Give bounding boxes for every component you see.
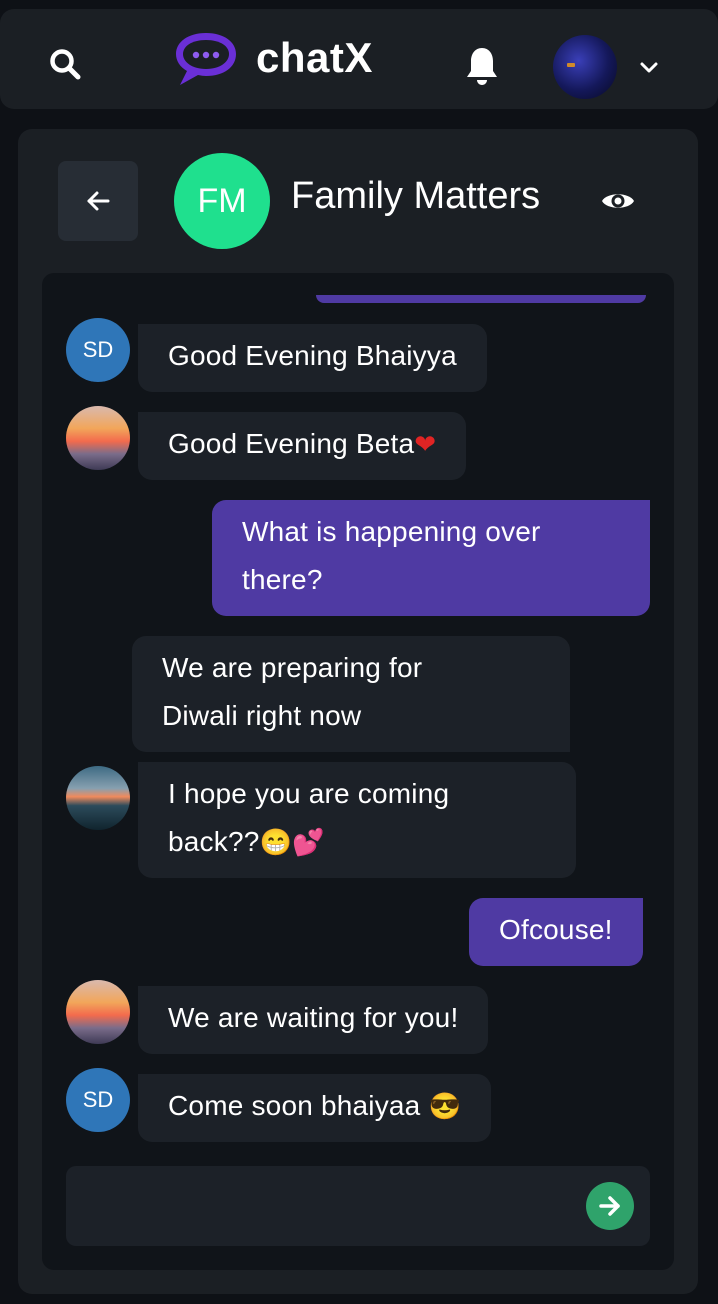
sender-avatar[interactable]: SD (66, 318, 130, 382)
chat-bubble-logo-icon (176, 33, 236, 85)
message-text-line: I hope you are coming (168, 778, 450, 809)
message-text-line: Diwali right now (162, 700, 362, 731)
message-text: Good Evening Beta (168, 428, 415, 459)
arrow-right-icon (599, 1196, 620, 1216)
heart-emoji: ❤ (414, 430, 437, 460)
app-name: chatX (256, 34, 373, 81)
top-navigation-bar: chatX (0, 9, 718, 109)
app-logo[interactable]: chatX (170, 27, 373, 89)
back-button[interactable] (58, 161, 138, 241)
message-list[interactable]: SD Good Evening Bhaiyya Good Evening Bet… (42, 273, 674, 1270)
message-bubble: Good Evening Bhaiyya (138, 324, 487, 392)
chevron-down-icon[interactable] (634, 53, 664, 83)
message-text: We are waiting for you! (168, 1002, 459, 1033)
group-avatar[interactable]: FM (174, 153, 270, 249)
chat-title: Family Matters (291, 175, 541, 217)
sender-avatar[interactable] (66, 766, 130, 830)
chat-panel: FM Family Matters SD Good Evening Bhaiyy… (18, 129, 698, 1294)
grin-heart-emoji: 😁💕 (259, 828, 325, 858)
send-button[interactable] (586, 1182, 634, 1230)
sender-avatar[interactable] (66, 406, 130, 470)
message-bubble: I hope you are coming back??😁💕 (138, 762, 576, 878)
message-bubble-partial (316, 295, 646, 303)
message-bubble: Good Evening Beta❤ (138, 412, 467, 480)
message-bubble: We are waiting for you! (138, 986, 489, 1054)
message-text-line: What is happening over (242, 516, 541, 547)
eye-icon[interactable] (598, 185, 638, 217)
message-text-line: there? (242, 564, 323, 595)
message-input[interactable] (86, 1184, 566, 1228)
message-bubble: We are preparing for Diwali right now (132, 636, 570, 752)
arrow-left-icon (87, 191, 110, 211)
message-text-line: We are preparing for (162, 652, 423, 683)
message-text-line: back?? (168, 826, 260, 857)
message-bubble-outgoing: Ofcouse! (469, 898, 643, 966)
message-text: Come soon bhaiyaa (168, 1090, 421, 1121)
message-text: Good Evening Bhaiyya (168, 340, 457, 371)
bell-icon[interactable] (460, 41, 504, 91)
avatar[interactable] (553, 35, 617, 99)
sender-avatar[interactable]: SD (66, 1068, 130, 1132)
sunglasses-emoji: 😎 (428, 1092, 462, 1122)
message-text: Ofcouse! (499, 914, 613, 945)
search-icon[interactable] (42, 41, 88, 87)
message-composer (66, 1166, 650, 1246)
message-bubble: Come soon bhaiyaa 😎 (138, 1074, 492, 1142)
message-bubble-outgoing: What is happening over there? (212, 500, 650, 616)
sender-avatar[interactable] (66, 980, 130, 1044)
